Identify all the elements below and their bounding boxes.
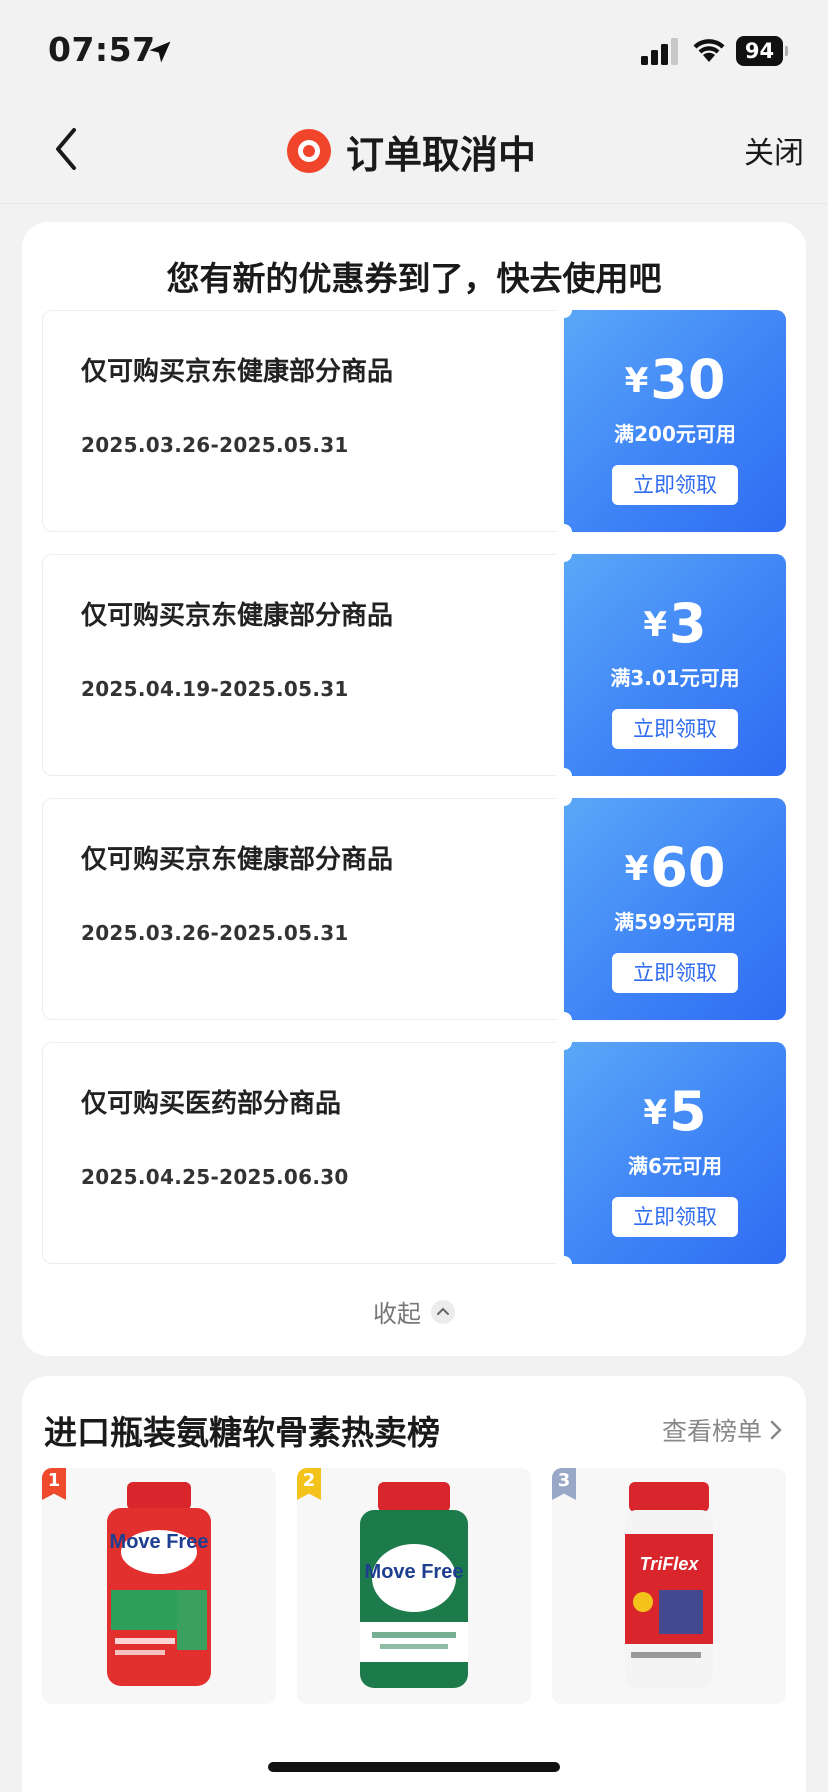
- view-ranking-label[interactable]: 查看榜单: [662, 1412, 762, 1448]
- coupon-notch: [556, 302, 572, 318]
- coupon-date-range: 2025.03.26-2025.05.31: [81, 921, 349, 945]
- page-title: 订单取消中: [346, 132, 537, 177]
- coupon-description: 仅可购买医药部分商品: [81, 1089, 342, 1119]
- chevron-right-icon[interactable]: [768, 1418, 784, 1442]
- coupon-value-panel: ¥60 满599元可用 立即领取: [564, 798, 786, 1020]
- currency-symbol: ¥: [624, 361, 649, 401]
- product-card[interactable]: 1 Move Free: [42, 1468, 276, 1704]
- product-bottle-image: TriFlex: [625, 1482, 713, 1688]
- coupon-notch: [556, 1256, 572, 1272]
- claim-coupon-button[interactable]: 立即领取: [612, 1197, 738, 1237]
- coupon-item: 仅可购买医药部分商品 2025.04.25-2025.06.30 ¥5 满6元可…: [42, 1034, 786, 1272]
- location-arrow-icon: [149, 41, 171, 63]
- rank-badge: 2: [297, 1468, 321, 1500]
- rank-badge: 1: [42, 1468, 66, 1500]
- bottle-brand-text: Move Free: [365, 1561, 464, 1583]
- product-card[interactable]: 3 TriFlex: [552, 1468, 786, 1704]
- coupon-amount: ¥5: [564, 1080, 786, 1143]
- status-ring-icon: [287, 129, 331, 173]
- product-card[interactable]: 2 Move Free: [297, 1468, 531, 1704]
- coupon-description: 仅可购买京东健康部分商品: [81, 845, 394, 875]
- coupon-amount-value: 30: [650, 348, 726, 411]
- claim-coupon-button[interactable]: 立即领取: [612, 953, 738, 993]
- coupon-notch: [556, 524, 572, 540]
- currency-symbol: ¥: [624, 849, 649, 889]
- coupon-heading: 您有新的优惠券到了，快去使用吧: [166, 259, 662, 298]
- coupon-value-panel: ¥5 满6元可用 立即领取: [564, 1042, 786, 1264]
- cellular-signal-icon: [641, 38, 678, 65]
- coupon-condition: 满6元可用: [628, 1154, 722, 1178]
- coupon-amount-value: 60: [650, 836, 726, 899]
- coupon-item: 仅可购买京东健康部分商品 2025.04.19-2025.05.31 ¥3 满3…: [42, 546, 786, 784]
- coupon-amount-value: 3: [669, 592, 707, 655]
- coupon-condition: 满599元可用: [614, 910, 736, 934]
- coupon-condition: 满200元可用: [614, 422, 736, 446]
- coupon-info: 仅可购买京东健康部分商品 2025.04.19-2025.05.31: [42, 554, 564, 776]
- battery-tip: [785, 46, 788, 56]
- coupon-amount-value: 5: [669, 1080, 707, 1143]
- coupon-amount: ¥60: [564, 836, 786, 899]
- product-bottle-image: Move Free: [360, 1482, 468, 1688]
- home-indicator: [268, 1762, 560, 1772]
- coupon-condition: 满3.01元可用: [610, 666, 740, 690]
- currency-symbol: ¥: [643, 605, 668, 645]
- bottle-brand-text: TriFlex: [640, 1554, 700, 1574]
- status-bar: 07:57 94: [0, 0, 828, 100]
- coupon-notch: [556, 768, 572, 784]
- coupon-info: 仅可购买医药部分商品 2025.04.25-2025.06.30: [42, 1042, 564, 1264]
- coupon-date-range: 2025.04.19-2025.05.31: [81, 677, 349, 701]
- collapse-toggle[interactable]: 收起: [22, 1294, 806, 1329]
- status-time: 07:57: [48, 30, 156, 69]
- nav-bar: 订单取消中 关闭: [0, 100, 828, 204]
- rank-badge: 3: [552, 1468, 576, 1500]
- view-ranking-link[interactable]: 查看榜单: [662, 1412, 784, 1448]
- chevron-up-icon[interactable]: [431, 1299, 455, 1324]
- ranking-title: 进口瓶装氨糖软骨素热卖榜: [44, 1413, 440, 1452]
- coupon-item: 仅可购买京东健康部分商品 2025.03.26-2025.05.31 ¥30 满…: [42, 302, 786, 540]
- coupon-info: 仅可购买京东健康部分商品 2025.03.26-2025.05.31: [42, 310, 564, 532]
- battery-indicator: 94: [736, 36, 788, 66]
- coupon-info: 仅可购买京东健康部分商品 2025.03.26-2025.05.31: [42, 798, 564, 1020]
- battery-level: 94: [736, 36, 783, 66]
- collapse-wrap[interactable]: 收起: [373, 1294, 455, 1329]
- coupon-notch: [556, 546, 572, 562]
- coupon-date-range: 2025.03.26-2025.05.31: [81, 433, 349, 457]
- currency-symbol: ¥: [643, 1093, 668, 1133]
- collapse-label[interactable]: 收起: [373, 1294, 421, 1329]
- close-button[interactable]: 关闭: [744, 128, 804, 172]
- wifi-icon: [693, 39, 725, 62]
- coupon-value-panel: ¥30 满200元可用 立即领取: [564, 310, 786, 532]
- bottle-brand-text: Move Free: [110, 1531, 209, 1553]
- back-chevron-icon[interactable]: [52, 124, 82, 174]
- coupon-card: 您有新的优惠券到了，快去使用吧 仅可购买京东健康部分商品 2025.03.26-…: [22, 222, 806, 1356]
- coupon-description: 仅可购买京东健康部分商品: [81, 601, 394, 631]
- claim-coupon-button[interactable]: 立即领取: [612, 465, 738, 505]
- coupon-amount: ¥30: [564, 348, 786, 411]
- product-bottle-image: Move Free: [107, 1482, 211, 1686]
- coupon-value-panel: ¥3 满3.01元可用 立即领取: [564, 554, 786, 776]
- coupon-notch: [556, 1012, 572, 1028]
- coupon-amount: ¥3: [564, 592, 786, 655]
- nav-title-group: 订单取消中: [286, 126, 537, 177]
- ranking-card: 进口瓶装氨糖软骨素热卖榜 查看榜单 1 Move Free 2 Move Fre…: [22, 1376, 806, 1792]
- coupon-notch: [556, 1034, 572, 1050]
- claim-coupon-button[interactable]: 立即领取: [612, 709, 738, 749]
- coupon-description: 仅可购买京东健康部分商品: [81, 357, 394, 387]
- coupon-date-range: 2025.04.25-2025.06.30: [81, 1165, 349, 1189]
- coupon-notch: [556, 790, 572, 806]
- coupon-item: 仅可购买京东健康部分商品 2025.03.26-2025.05.31 ¥60 满…: [42, 790, 786, 1028]
